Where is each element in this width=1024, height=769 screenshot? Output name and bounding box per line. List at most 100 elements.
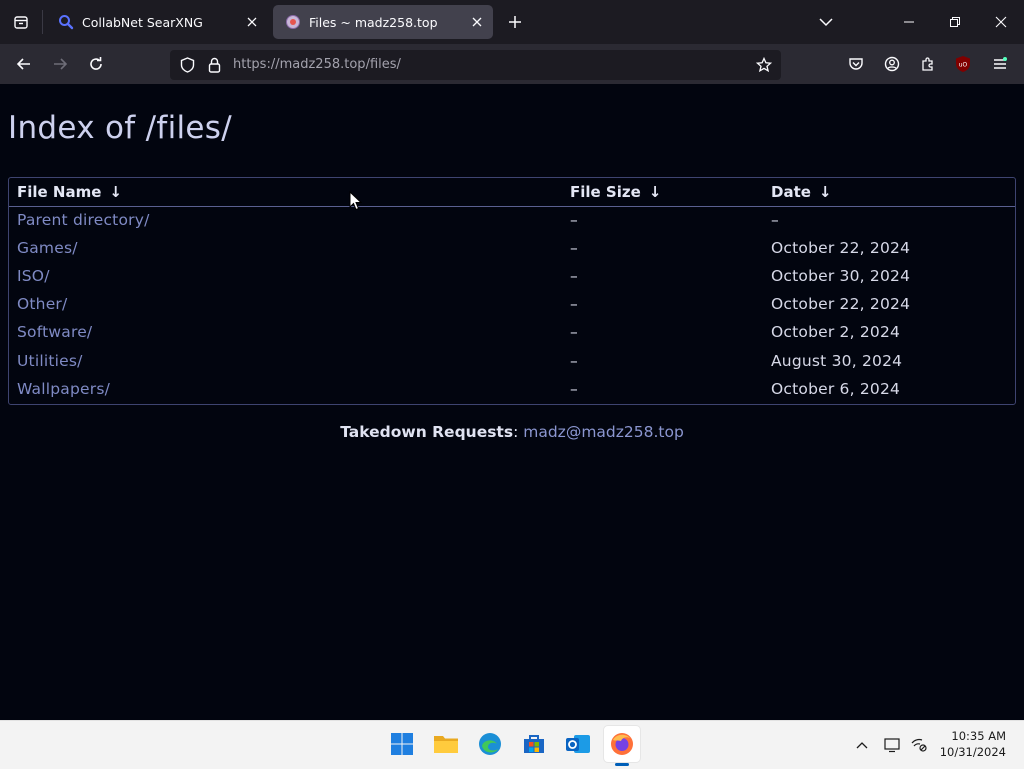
network-tray-button[interactable] — [908, 734, 930, 756]
column-label: File Name — [17, 183, 102, 201]
navigation-toolbar: https://madz258.top/files/ uO — [0, 44, 1024, 84]
account-button[interactable] — [882, 54, 902, 74]
sort-arrow-icon: ↓ — [109, 183, 122, 201]
tab-separator — [42, 10, 43, 34]
file-size: – — [570, 267, 578, 285]
url-host: https://madz258.top — [233, 57, 366, 72]
svg-text:uO: uO — [959, 62, 968, 69]
folder-icon — [434, 736, 458, 753]
edge-button[interactable] — [472, 726, 508, 762]
clock-time: 10:35 AM — [951, 729, 1006, 743]
outlook-button[interactable] — [560, 726, 596, 762]
lock-icon[interactable] — [206, 57, 222, 73]
table-row: Wallpapers/ – October 6, 2024 — [9, 376, 1015, 404]
table-row: Games/ – October 22, 2024 — [9, 235, 1015, 263]
list-all-tabs-button[interactable] — [0, 0, 42, 44]
close-window-button[interactable] — [978, 0, 1024, 44]
pocket-button[interactable] — [846, 54, 866, 74]
start-button[interactable] — [384, 726, 420, 762]
restore-button[interactable] — [932, 0, 978, 44]
directory-link[interactable]: Utilities/ — [17, 352, 83, 370]
page-title: Index of /files/ — [8, 110, 232, 146]
url-text: https://madz258.top/files/ — [233, 57, 401, 72]
microsoft-store-button[interactable] — [516, 726, 552, 762]
file-date: August 30, 2024 — [771, 352, 903, 370]
back-button[interactable] — [10, 50, 38, 78]
close-icon — [995, 16, 1007, 28]
file-date: October 6, 2024 — [771, 380, 901, 398]
forward-button[interactable] — [46, 50, 74, 78]
directory-link[interactable]: Parent directory/ — [17, 211, 150, 229]
pocket-icon — [849, 58, 863, 70]
takedown-label: Takedown Requests — [340, 423, 514, 441]
file-date: October 2, 2024 — [771, 323, 901, 341]
tab-list-icon — [14, 16, 28, 29]
tab-bar: CollabNet SearXNG Files ~ madz258.top — [0, 0, 1024, 44]
extensions-button[interactable] — [918, 54, 938, 74]
file-size: – — [570, 380, 578, 398]
directory-link[interactable]: Software/ — [17, 323, 92, 341]
footer-separator: : — [513, 423, 519, 441]
column-label: Date — [771, 183, 811, 201]
table-row: ISO/ – October 30, 2024 — [9, 263, 1015, 291]
tab-collabnet-searxng[interactable]: CollabNet SearXNG — [46, 5, 268, 39]
windows-taskbar: 10:35 AM 10/31/2024 — [0, 720, 1024, 769]
table-header: File Name ↓ File Size ↓ Date ↓ — [9, 178, 1015, 207]
show-hidden-icons-button[interactable] — [851, 734, 873, 756]
outlook-icon — [566, 735, 590, 753]
arrow-right-icon — [54, 58, 68, 70]
new-tab-button[interactable] — [502, 9, 528, 35]
site-favicon-icon — [285, 14, 301, 30]
chevron-down-icon — [819, 18, 833, 27]
address-bar[interactable]: https://madz258.top/files/ — [170, 50, 781, 80]
active-app-indicator — [615, 763, 629, 766]
directory-link[interactable]: Games/ — [17, 239, 78, 257]
sort-arrow-icon: ↓ — [818, 183, 832, 201]
plus-icon — [509, 16, 521, 28]
file-date: October 22, 2024 — [771, 295, 911, 313]
table-row: Other/ – October 22, 2024 — [9, 291, 1015, 319]
store-icon — [524, 735, 544, 753]
firefox-button[interactable] — [604, 726, 640, 762]
directory-link[interactable]: ISO/ — [17, 267, 50, 285]
account-icon — [884, 56, 900, 72]
reload-button[interactable] — [82, 50, 110, 78]
tab-overflow-button[interactable] — [803, 0, 849, 44]
takedown-email-link[interactable]: madz@madz258.top — [523, 423, 684, 441]
restore-icon — [950, 17, 960, 27]
footer: Takedown Requests: madz@madz258.top — [0, 423, 1024, 441]
table-row: Parent directory/ – – — [9, 207, 1015, 235]
file-date: October 30, 2024 — [771, 267, 911, 285]
file-size: – — [570, 211, 578, 229]
hamburger-icon — [994, 57, 1007, 69]
minimize-icon — [904, 21, 914, 23]
directory-link[interactable]: Other/ — [17, 295, 67, 313]
file-explorer-button[interactable] — [428, 726, 464, 762]
ublock-origin-button[interactable]: uO — [953, 54, 973, 74]
shield-icon[interactable] — [179, 57, 195, 73]
column-label: File Size — [570, 183, 641, 201]
chevron-up-icon — [856, 742, 868, 749]
display-tray-button[interactable] — [882, 734, 904, 756]
bookmark-star-icon[interactable] — [756, 57, 772, 73]
file-size: – — [570, 352, 578, 370]
minimize-button[interactable] — [886, 0, 932, 44]
column-header-file-name[interactable]: File Name ↓ — [17, 183, 122, 201]
tab-files-madz258[interactable]: Files ~ madz258.top — [273, 5, 493, 39]
close-tab-icon[interactable] — [465, 10, 489, 34]
puzzle-icon — [922, 57, 933, 71]
search-favicon-icon — [58, 14, 74, 30]
file-listing-table: File Name ↓ File Size ↓ Date ↓ Parent direc… — [8, 177, 1016, 405]
ublock-icon: uO — [956, 56, 970, 72]
reload-icon — [90, 57, 102, 70]
directory-link[interactable]: Wallpapers/ — [17, 380, 110, 398]
clock-date: 10/31/2024 — [939, 745, 1006, 759]
file-size: – — [570, 239, 578, 257]
column-header-date[interactable]: Date ↓ — [771, 183, 832, 201]
close-tab-icon[interactable] — [240, 10, 264, 34]
tab-title: CollabNet SearXNG — [82, 14, 203, 30]
file-date: – — [771, 211, 779, 229]
system-clock[interactable]: 10:35 AM 10/31/2024 — [940, 728, 1006, 760]
column-header-file-size[interactable]: File Size ↓ — [570, 183, 661, 201]
menu-button[interactable] — [990, 54, 1010, 74]
